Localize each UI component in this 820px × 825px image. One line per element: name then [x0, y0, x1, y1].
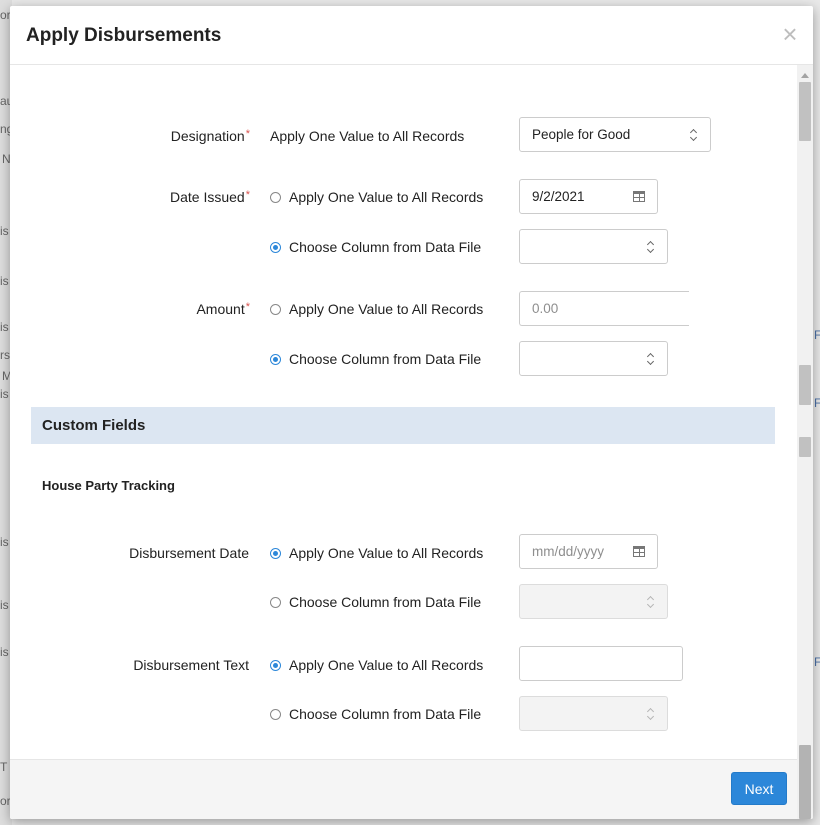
- background-text-fragment: F: [814, 396, 820, 410]
- scroll-up-arrow-icon[interactable]: [801, 73, 809, 78]
- date-issued-input[interactable]: 9/2/2021: [519, 179, 658, 214]
- next-button[interactable]: Next: [731, 772, 787, 805]
- date-issued-column-select[interactable]: [519, 229, 668, 264]
- disbursement-date-placeholder: mm/dd/yyyy: [532, 544, 605, 559]
- background-text-fragment: rs: [0, 348, 10, 362]
- date-issued-value: 9/2/2021: [532, 189, 585, 204]
- modal-body: Designation* Apply One Value to All Reco…: [10, 65, 797, 759]
- radio-unchecked[interactable]: [270, 303, 281, 315]
- close-button[interactable]: ×: [779, 21, 801, 47]
- disbursement-date-column-select[interactable]: [519, 584, 668, 619]
- designation-label: Designation*: [170, 128, 250, 144]
- amount-placeholder: 0.00: [532, 301, 559, 316]
- select-updown-icon: [690, 129, 698, 141]
- scroll-thumb[interactable]: [799, 365, 811, 405]
- designation-apply-text: Apply One Value to All Records: [270, 128, 465, 144]
- disbursement-text-apply-radio[interactable]: Apply One Value to All Records: [270, 657, 483, 673]
- radio-unchecked[interactable]: [270, 708, 281, 720]
- radio-checked[interactable]: [270, 353, 281, 365]
- select-updown-icon: [647, 353, 655, 365]
- disbursement-date-input[interactable]: mm/dd/yyyy: [519, 534, 658, 569]
- required-marker: *: [245, 128, 250, 140]
- disbursement-text-column-select[interactable]: [519, 696, 668, 731]
- amount-input[interactable]: 0.00: [519, 291, 689, 326]
- calendar-icon[interactable]: [633, 191, 645, 202]
- designation-select[interactable]: People for Good: [519, 117, 711, 152]
- radio-unchecked[interactable]: [270, 191, 281, 203]
- disbursement-text-column-radio[interactable]: Choose Column from Data File: [270, 706, 481, 722]
- background-text-fragment: is: [0, 224, 9, 238]
- scroll-thumb[interactable]: [799, 437, 811, 457]
- scroll-thumb[interactable]: [799, 82, 811, 141]
- modal-scrollbar[interactable]: [797, 65, 813, 819]
- date-issued-column-radio[interactable]: Choose Column from Data File: [270, 239, 481, 255]
- disbursement-text-input[interactable]: [519, 646, 683, 681]
- select-updown-icon: [647, 241, 655, 253]
- radio-checked[interactable]: [270, 659, 281, 671]
- select-updown-icon: [647, 708, 655, 720]
- scroll-thumb[interactable]: [799, 745, 811, 819]
- amount-apply-radio[interactable]: Apply One Value to All Records: [270, 301, 483, 317]
- close-icon: ×: [782, 19, 798, 49]
- background-text-fragment: F: [814, 328, 820, 342]
- background-text-fragment: is: [0, 598, 9, 612]
- radio-unchecked[interactable]: [270, 596, 281, 608]
- disbursement-text-label: Disbursement Text: [133, 657, 249, 673]
- select-updown-icon: [647, 596, 655, 608]
- disbursement-date-label: Disbursement Date: [129, 545, 249, 561]
- house-party-tracking-title: House Party Tracking: [42, 478, 175, 493]
- background-text-fragment: T: [0, 760, 8, 774]
- required-marker: *: [245, 189, 250, 201]
- section-title: Custom Fields: [42, 417, 146, 434]
- background-text-fragment: is: [0, 645, 9, 659]
- modal-title: Apply Disbursements: [26, 25, 222, 46]
- amount-column-radio[interactable]: Choose Column from Data File: [270, 351, 481, 367]
- designation-value: People for Good: [532, 127, 631, 142]
- custom-fields-section-header: Custom Fields: [31, 407, 775, 444]
- radio-checked[interactable]: [270, 241, 281, 253]
- apply-disbursements-modal: Apply Disbursements × Designation* Apply…: [10, 6, 813, 819]
- radio-checked[interactable]: [270, 547, 281, 559]
- background-text-fragment: F: [814, 655, 820, 669]
- background-text-fragment: is: [0, 387, 9, 401]
- disbursement-date-column-radio[interactable]: Choose Column from Data File: [270, 594, 481, 610]
- background-text-fragment: is: [0, 320, 9, 334]
- background-text-fragment: is: [0, 535, 9, 549]
- amount-column-select[interactable]: [519, 341, 668, 376]
- background-text-fragment: is: [0, 274, 9, 288]
- modal-header: Apply Disbursements ×: [10, 6, 813, 65]
- amount-label: Amount*: [196, 301, 250, 317]
- required-marker: *: [245, 301, 250, 313]
- disbursement-date-apply-radio[interactable]: Apply One Value to All Records: [270, 545, 483, 561]
- modal-footer: Next: [10, 759, 797, 819]
- date-issued-apply-radio[interactable]: Apply One Value to All Records: [270, 189, 483, 205]
- calendar-icon[interactable]: [633, 546, 645, 557]
- date-issued-label: Date Issued*: [170, 189, 250, 205]
